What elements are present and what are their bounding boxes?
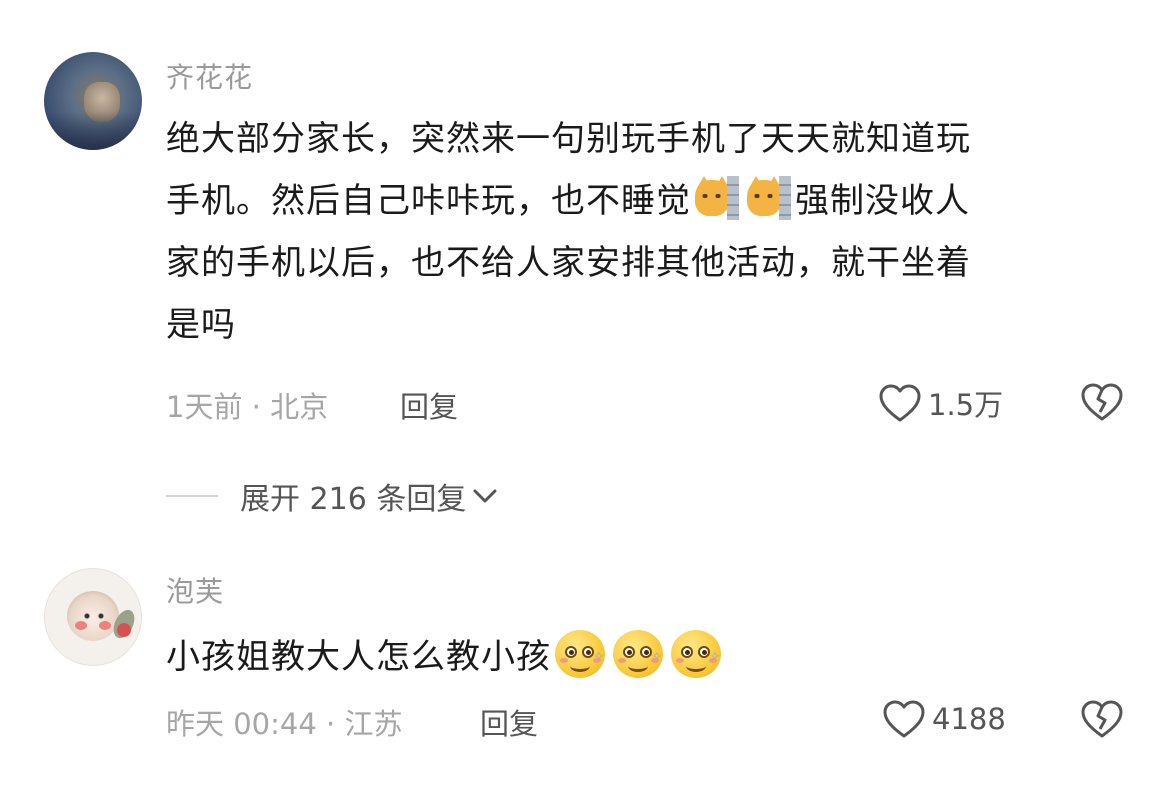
avatar-cheek xyxy=(75,621,87,630)
reply-button[interactable]: 回复 xyxy=(400,384,458,426)
comment-line: 绝大部分家长，突然来一句别玩手机了天天就知道玩 xyxy=(166,119,971,159)
chevron-down-icon xyxy=(473,489,497,503)
comment-text: 绝大部分家长，突然来一句别玩手机了天天就知道玩 手机。然后自己咔咔玩，也不睡觉 强… xyxy=(166,108,971,356)
comment-line-text: 小孩姐教大人怎么教小孩 xyxy=(166,637,551,677)
smile-emoji: ✧ xyxy=(671,626,725,680)
smile-emoji: ✧ xyxy=(613,626,667,680)
smile-emoji: ✧ xyxy=(555,626,609,680)
dislike-heart-icon xyxy=(1081,383,1123,421)
avatar-cheek xyxy=(99,621,111,630)
like-count: 4188 xyxy=(932,702,1006,736)
comment-line-text: 强制没收人 xyxy=(795,181,970,221)
comment-username[interactable]: 齐花花 xyxy=(166,56,253,96)
dislike-button[interactable] xyxy=(1080,699,1124,743)
expand-replies-label: 展开 216 条回复 xyxy=(240,482,467,517)
comment-meta: 昨天 00:44 · 江苏 xyxy=(166,707,403,741)
avatar[interactable] xyxy=(44,568,142,666)
comment-line: 是吗 xyxy=(166,305,236,345)
avatar[interactable] xyxy=(44,52,142,150)
comment-line-text: 手机。然后自己咔咔玩，也不睡觉 xyxy=(166,181,691,221)
dislike-button[interactable] xyxy=(1080,382,1124,426)
heart-icon xyxy=(879,384,921,422)
comment-text: 小孩姐教大人怎么教小孩 ✧ ✧ ✧ xyxy=(166,626,725,688)
heart-icon xyxy=(883,700,925,738)
like-button[interactable]: 1.5万 xyxy=(878,382,1003,424)
like-button[interactable]: 4188 xyxy=(882,699,1006,739)
expand-replies-button[interactable]: 展开 216 条回复 xyxy=(240,474,498,518)
reply-button[interactable]: 回复 xyxy=(480,701,538,743)
comment-line: 家的手机以后，也不给人家安排其他活动，就干坐着 xyxy=(166,243,971,283)
divider xyxy=(166,495,218,497)
like-count: 1.5万 xyxy=(928,388,1004,422)
dislike-heart-icon xyxy=(1081,700,1123,738)
comment-username[interactable]: 泡芙 xyxy=(166,570,224,610)
avatar-shade xyxy=(44,112,142,150)
cat-peek-emoji xyxy=(695,176,739,220)
avatar-fruit xyxy=(117,623,131,637)
comment-meta: 1天前 · 北京 xyxy=(166,390,329,424)
avatar-eyes xyxy=(83,613,105,619)
comment-line: 手机。然后自己咔咔玩，也不睡觉 强制没收人 xyxy=(166,170,971,232)
cat-peek-emoji xyxy=(747,176,791,220)
